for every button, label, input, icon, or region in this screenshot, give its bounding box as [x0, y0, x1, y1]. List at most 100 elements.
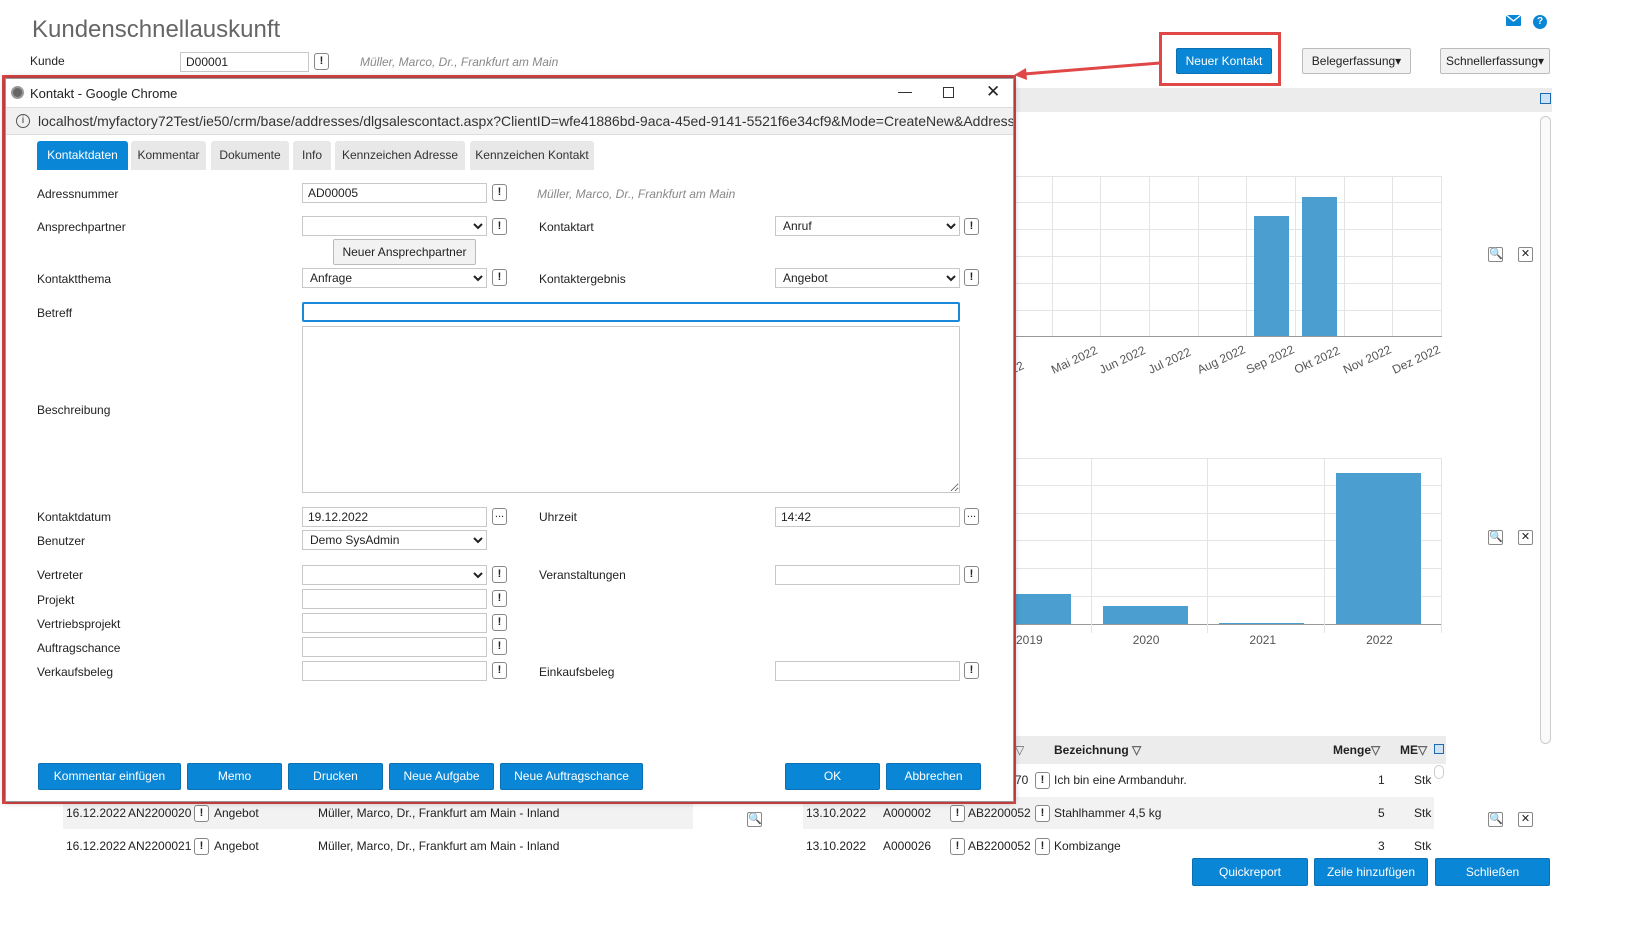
verkaufsbeleg-lookup-button[interactable]: ! [492, 662, 507, 679]
date-picker-button[interactable]: ... [492, 508, 507, 525]
row-info-button[interactable]: ! [950, 838, 965, 855]
belegerfassung-button[interactable]: Belegerfassung▾ [1302, 48, 1411, 74]
uhrzeit-input[interactable] [775, 507, 960, 527]
row-info-button[interactable]: ! [1035, 772, 1050, 789]
auftragschance-lookup-button[interactable]: ! [492, 638, 507, 655]
scrollbar[interactable] [1434, 765, 1444, 779]
filter-icon[interactable]: ▽ [1015, 743, 1024, 757]
benutzer-select[interactable]: Demo SysAdmin [302, 530, 487, 550]
column-header-me[interactable]: ME▽ [1400, 743, 1427, 757]
print-button[interactable]: Drucken [288, 763, 383, 790]
zoom-icon[interactable]: 🔍 [1488, 530, 1503, 545]
einkaufsbeleg-lookup-button[interactable]: ! [964, 662, 979, 679]
close-icon[interactable]: ✕ [1518, 812, 1533, 827]
mail-icon[interactable] [1505, 14, 1522, 26]
minimize-icon[interactable]: — [898, 83, 912, 99]
cell-menge: 5 [1378, 806, 1385, 820]
table-row[interactable]: 16.12.2022 AN2200021 ! Angebot Müller, M… [63, 830, 693, 860]
quickreport-button[interactable]: Quickreport [1192, 858, 1308, 886]
vertreter-lookup-button[interactable]: ! [492, 566, 507, 583]
tab-info[interactable]: Info [293, 141, 331, 170]
beschreibung-textarea[interactable] [302, 326, 960, 493]
schnellerfassung-button[interactable]: Schnellerfassung▾ [1440, 48, 1550, 74]
row-info-button[interactable]: ! [194, 805, 209, 822]
address-bar[interactable]: i localhost/myfactory72Test/ie50/crm/bas… [6, 107, 1013, 135]
insert-comment-button[interactable]: Kommentar einfügen [38, 763, 181, 790]
cancel-button[interactable]: Abbrechen [886, 763, 981, 790]
chart-monthly: 22 Mai 2022 Jun 2022 Jul 2022 Aug 2022 Sep 20… [1008, 176, 1444, 377]
help-icon[interactable]: ? [1533, 15, 1547, 29]
row-info-button[interactable]: ! [1035, 838, 1050, 855]
ansprechpartner-select[interactable] [302, 216, 487, 236]
table-row[interactable]: 70 ! Ich bin eine Armbanduhr. 1 Stk [1014, 766, 1434, 796]
close-icon[interactable]: ✕ [1518, 530, 1533, 545]
zoom-icon[interactable]: 🔍 [1488, 812, 1503, 827]
cell-beleg: AB2200052 [968, 839, 1031, 853]
projekt-lookup-button[interactable]: ! [492, 590, 507, 607]
table-row[interactable]: 13.10.2022 A000026 ! AB2200052 ! Kombiza… [803, 830, 1434, 860]
veranstaltungen-input[interactable] [775, 565, 960, 585]
new-contact-person-button[interactable]: Neuer Ansprechpartner [333, 239, 476, 265]
kontaktdatum-input[interactable] [302, 507, 487, 527]
vertriebsprojekt-input[interactable] [302, 613, 487, 633]
kontaktthema-lookup-button[interactable]: ! [492, 269, 507, 286]
ansprechpartner-lookup-button[interactable]: ! [492, 218, 507, 235]
close-icon[interactable]: ✕ [1518, 247, 1533, 262]
tab-dokumente[interactable]: Dokumente [211, 141, 289, 170]
zoom-icon[interactable]: 🔍 [747, 812, 762, 827]
new-task-button[interactable]: Neue Aufgabe [389, 763, 494, 790]
kontaktart-lookup-button[interactable]: ! [964, 218, 979, 235]
tab-kennzeichen-adresse[interactable]: Kennzeichen Adresse [335, 141, 465, 170]
cell-me: Stk [1414, 806, 1432, 820]
maximize-icon[interactable] [943, 87, 954, 98]
scrollbar[interactable] [1540, 116, 1551, 744]
kontaktthema-select[interactable]: Anfrage [302, 268, 487, 288]
export-icon[interactable] [1434, 744, 1444, 754]
column-header-menge[interactable]: Menge▽ [1333, 743, 1380, 757]
projekt-input[interactable] [302, 589, 487, 609]
tab-kommentar[interactable]: Kommentar [131, 141, 206, 170]
new-sales-opportunity-button[interactable]: Neue Auftragschance [500, 763, 643, 790]
filter-icon[interactable]: ▽ [1132, 743, 1141, 757]
adressnummer-lookup-button[interactable]: ! [492, 184, 507, 201]
tab-kennzeichen-kontakt[interactable]: Kennzeichen Kontakt [470, 141, 594, 170]
ok-button[interactable]: OK [785, 763, 880, 790]
filter-icon[interactable]: ▽ [1371, 743, 1380, 757]
window-close-icon[interactable]: ✕ [986, 82, 1000, 102]
verkaufsbeleg-input[interactable] [302, 661, 487, 681]
customer-input[interactable] [180, 52, 309, 72]
kontaktart-select[interactable]: Anruf [775, 216, 960, 236]
new-contact-button[interactable]: Neuer Kontakt [1176, 48, 1272, 74]
export-icon[interactable] [1540, 93, 1551, 104]
chart-bar [1219, 623, 1305, 624]
einkaufsbeleg-input[interactable] [775, 661, 960, 681]
kontaktergebnis-select[interactable]: Angebot [775, 268, 960, 288]
auftragschance-input[interactable] [302, 637, 487, 657]
vertreter-select[interactable] [302, 565, 487, 585]
veranstaltungen-lookup-button[interactable]: ! [964, 566, 979, 583]
url-text: localhost/myfactory72Test/ie50/crm/base/… [38, 113, 1013, 129]
vertriebsprojekt-lookup-button[interactable]: ! [492, 614, 507, 631]
info-icon[interactable]: i [16, 114, 30, 128]
filter-icon[interactable]: ▽ [1418, 743, 1427, 757]
customer-lookup-button[interactable]: ! [314, 53, 329, 70]
adressnummer-input[interactable] [302, 183, 487, 203]
chart-bar [1302, 197, 1338, 336]
row-info-button[interactable]: ! [950, 805, 965, 822]
kontaktergebnis-lookup-button[interactable]: ! [964, 269, 979, 286]
close-button[interactable]: Schließen [1435, 858, 1550, 886]
zoom-icon[interactable]: 🔍 [1488, 247, 1503, 262]
betreff-input[interactable] [302, 302, 960, 322]
chart-tick-label: 2022 [1366, 633, 1393, 647]
tab-kontaktdaten[interactable]: Kontaktdaten [37, 141, 128, 170]
page-title: Kundenschnellauskunft [32, 16, 281, 43]
row-info-button[interactable]: ! [194, 838, 209, 855]
chart-bar [1336, 473, 1422, 624]
vertriebsprojekt-label: Vertriebsprojekt [37, 617, 121, 631]
time-picker-button[interactable]: ... [964, 508, 979, 525]
memo-button[interactable]: Memo [187, 763, 282, 790]
row-info-button[interactable]: ! [1035, 805, 1050, 822]
projekt-label: Projekt [37, 593, 75, 607]
column-header-bezeichnung[interactable]: Bezeichnung ▽ [1054, 743, 1141, 757]
add-row-button[interactable]: Zeile hinzufügen [1314, 858, 1428, 886]
